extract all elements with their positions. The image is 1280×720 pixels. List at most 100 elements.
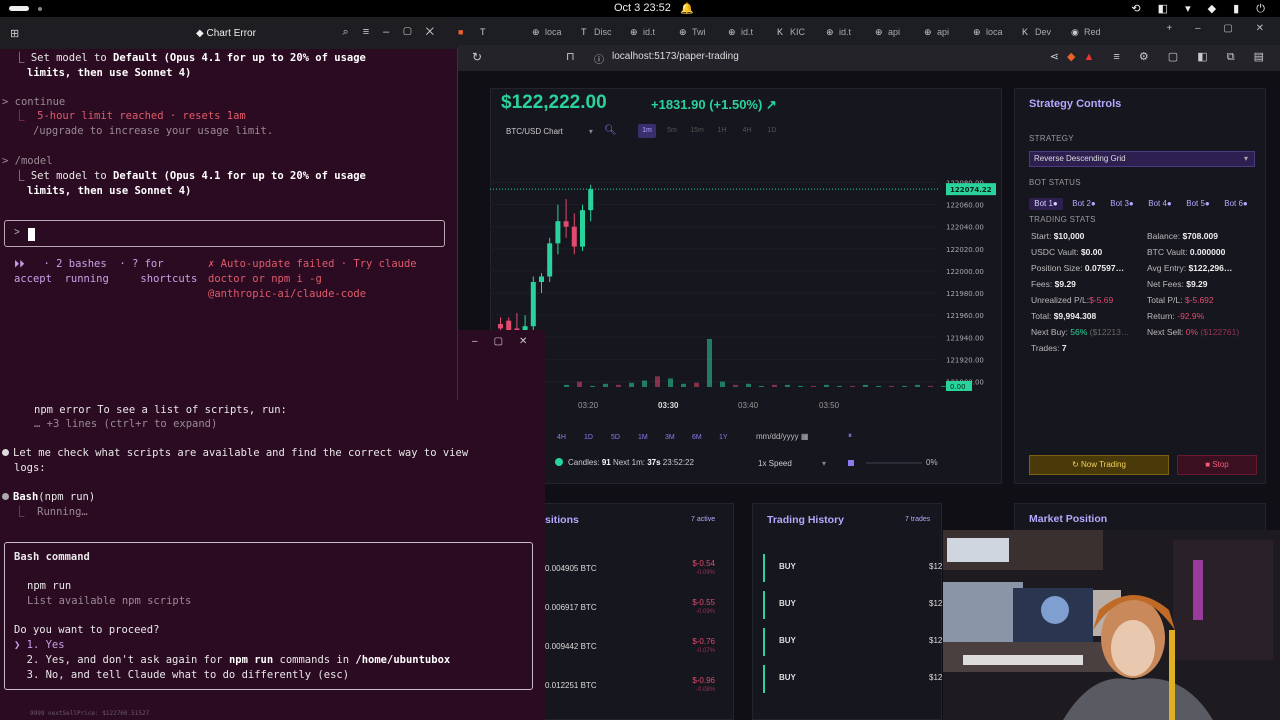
replay-progress-track[interactable] xyxy=(866,462,922,464)
bot-6-button[interactable]: Bot 6● xyxy=(1219,198,1253,210)
position-row[interactable]: 0.004905 BTC $-0.54 -0.09% xyxy=(545,554,735,584)
browser-toolbar-icons[interactable]: ⋖◆▲ ≡ ⚙ ▢ ◧ ⧉ ▤ xyxy=(1050,50,1272,64)
stat-fees: Fees: $9.29 xyxy=(1031,279,1076,289)
browser-tab[interactable]: ⊕ id.t xyxy=(630,22,674,42)
pause-icon[interactable]: ⏸ xyxy=(848,431,852,441)
browser-window-controls[interactable]: + – ▢ ✕ xyxy=(1166,23,1274,34)
candle-body[interactable] xyxy=(563,221,569,227)
workspace-dot[interactable] xyxy=(38,7,42,11)
volume-bar xyxy=(772,384,777,387)
history-row[interactable]: BUY $12 xyxy=(763,554,943,582)
position-size: 0.009442 BTC xyxy=(545,642,597,651)
share-icon[interactable]: ⋖ xyxy=(1050,51,1067,63)
system-tray[interactable]: ⟲ ◧ ▾ ◆ ▮ ⏻ xyxy=(1131,2,1272,16)
terminal-2-controls[interactable]: –▢✕ xyxy=(472,336,543,347)
bot-2-button[interactable]: Bot 2● xyxy=(1067,198,1101,210)
browser-tab[interactable]: K Dev xyxy=(1022,22,1066,42)
bookmark-icon[interactable]: ⊓ xyxy=(566,50,575,63)
timeframe-button[interactable]: 5m xyxy=(663,124,681,138)
volume-bar xyxy=(577,381,582,387)
timeframe-button[interactable]: 1H xyxy=(713,124,731,138)
history-row[interactable]: BUY $12 xyxy=(763,628,943,656)
range-button[interactable]: 5D xyxy=(611,434,631,441)
bot-5-button[interactable]: Bot 5● xyxy=(1181,198,1215,210)
dialog-description: List available npm scripts xyxy=(27,595,192,607)
bot-1-button[interactable]: Bot 1● xyxy=(1029,198,1063,210)
notification-bell-icon[interactable]: 🔔 xyxy=(680,2,694,15)
chart-selector[interactable]: BTC/USD Chart ▾ xyxy=(506,127,593,136)
menu-icon[interactable]: ≡ ⚙ ▢ ◧ ⧉ ▤ xyxy=(1113,51,1272,63)
browser-tab[interactable]: ⊕ id.t xyxy=(826,22,870,42)
term-line: limits, then use Sonnet 4) xyxy=(27,185,192,197)
browser-tab[interactable]: T Disc xyxy=(581,22,625,42)
candle-body[interactable] xyxy=(571,226,577,247)
date-placeholder: mm/dd/yyyy xyxy=(756,432,799,441)
range-button[interactable]: 3M xyxy=(665,434,685,441)
candle-body[interactable] xyxy=(539,276,544,282)
option-yes-dont-ask[interactable]: 2. Yes, and don't ask again for npm run … xyxy=(14,653,451,668)
option-yes[interactable]: ❯ 1. Yes xyxy=(14,638,65,653)
activities-pill[interactable] xyxy=(9,6,29,11)
terminal-controls[interactable]: ⌕≡–▢✕ xyxy=(343,26,448,39)
range-button[interactable]: 1D xyxy=(584,434,604,441)
trade-price: $12 xyxy=(929,673,943,682)
stop-button[interactable]: ■ Stop xyxy=(1177,455,1257,475)
stop-replay-icon[interactable] xyxy=(848,460,854,466)
timeframe-button[interactable]: 1D xyxy=(763,124,781,138)
volume-bar xyxy=(642,380,647,387)
volume-bar xyxy=(863,384,868,387)
candle-body[interactable] xyxy=(588,189,594,211)
search-icon[interactable]: 🔍︎ xyxy=(604,125,617,136)
candle-body[interactable] xyxy=(530,282,536,327)
position-row[interactable]: 0.012251 BTC $-0.96 -0.08% xyxy=(545,671,735,701)
timeframe-button[interactable]: 1m xyxy=(638,124,656,138)
brave-rewards-icon[interactable]: ▲ xyxy=(1083,51,1102,63)
tab-pinned-t[interactable]: T xyxy=(480,22,496,42)
option-no[interactable]: 3. No, and tell Claude what to do differ… xyxy=(14,668,349,683)
reload-icon[interactable]: ↻ xyxy=(472,50,482,64)
range-button[interactable]: 4H xyxy=(557,434,577,441)
stat-trades: Trades: 7 xyxy=(1031,343,1067,353)
history-row[interactable]: BUY $12 xyxy=(763,591,943,619)
calendar-icon[interactable]: ▦ xyxy=(801,432,809,441)
browser-tab[interactable]: ◉ Red xyxy=(1071,22,1115,42)
strategy-select[interactable]: Reverse Descending Grid ▾ xyxy=(1029,151,1255,167)
tab-favicon-icon: ⊕ xyxy=(875,27,883,37)
date-input[interactable]: mm/dd/yyyy ▦ xyxy=(756,430,834,444)
positions-panel: sitions 7 active 0.004905 BTC $-0.54 -0.09… xyxy=(544,503,734,720)
brave-shield-icon[interactable]: ◆ xyxy=(1067,51,1083,63)
speed-select[interactable]: 1x Speed ▾ xyxy=(758,457,830,471)
term-line: > continue xyxy=(2,96,66,108)
claude-prompt-input[interactable]: > xyxy=(4,220,445,247)
candle-body[interactable] xyxy=(555,221,561,244)
system-clock[interactable]: Oct 3 23:52 xyxy=(614,2,671,14)
browser-tab[interactable]: ⊕ loca xyxy=(532,22,576,42)
history-row[interactable]: BUY $12 xyxy=(763,665,943,693)
bash-permission-dialog: Bash command npm run List available npm … xyxy=(4,542,533,690)
timeframe-button[interactable]: 15m xyxy=(688,124,706,138)
address-bar[interactable]: localhost:5173/paper-trading xyxy=(612,51,739,62)
candle-body[interactable] xyxy=(580,210,585,247)
new-tab-icon[interactable]: ⊞ xyxy=(10,27,19,40)
stat-start: Start: $10,000 xyxy=(1031,231,1085,241)
browser-tab[interactable]: ⊕ loca xyxy=(973,22,1017,42)
candle-body[interactable] xyxy=(498,324,503,329)
bot-3-button[interactable]: Bot 3● xyxy=(1105,198,1139,210)
timeframe-button[interactable]: 4H xyxy=(738,124,756,138)
browser-tab[interactable]: ⊕ api xyxy=(924,22,968,42)
candlestick-chart[interactable]: 122080.00122060.00122040.00122020.001220… xyxy=(490,169,1002,401)
bot-4-button[interactable]: Bot 4● xyxy=(1143,198,1177,210)
site-info-icon[interactable]: ⓘ xyxy=(594,51,604,66)
browser-tab[interactable]: ⊕ Twi xyxy=(679,22,723,42)
position-row[interactable]: 0.006917 BTC $-0.55 -0.09% xyxy=(545,593,735,623)
position-row[interactable]: 0.009442 BTC $-0.76 -0.07% xyxy=(545,632,735,662)
now-trading-button[interactable]: ↻ Now Trading xyxy=(1029,455,1169,475)
candle-body[interactable] xyxy=(547,243,553,277)
range-button[interactable]: 6M xyxy=(692,434,712,441)
range-button[interactable]: 1Y xyxy=(719,434,739,441)
close-icon: ✕ xyxy=(425,26,448,38)
browser-tab[interactable]: K KIC xyxy=(777,22,821,42)
range-button[interactable]: 1M xyxy=(638,434,658,441)
browser-tab[interactable]: ⊕ api xyxy=(875,22,919,42)
browser-tab[interactable]: ⊕ id.t xyxy=(728,22,772,42)
